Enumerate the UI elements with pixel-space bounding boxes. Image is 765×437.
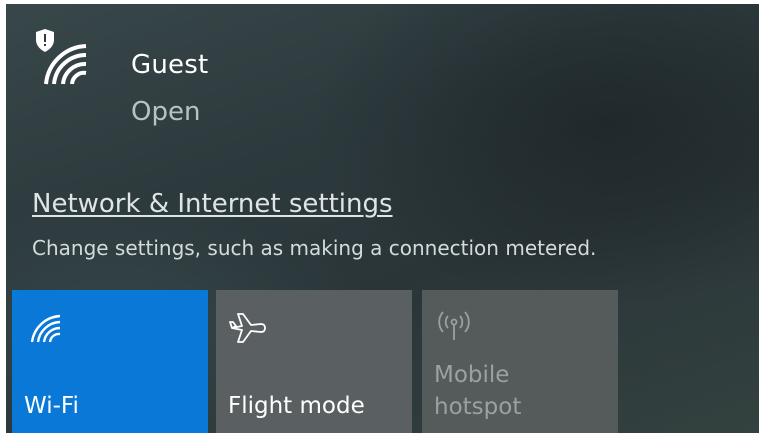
flight-mode-tile-label: Flight mode [228, 393, 365, 419]
flight-mode-toggle-tile[interactable]: Flight mode [216, 290, 412, 433]
mobile-hotspot-icon [438, 311, 470, 340]
wifi-toggle-tile[interactable]: Wi-Fi [12, 290, 208, 433]
wifi-secured-icon [36, 29, 87, 85]
network-settings-link[interactable]: Network & Internet settings [32, 189, 393, 219]
mobile-hotspot-tile-label: Mobile hotspot [434, 359, 521, 423]
network-flyout: Guest Open Network & Internet settings C… [6, 4, 759, 433]
network-name: Guest [131, 50, 209, 80]
network-item-guest[interactable]: Guest Open [28, 22, 448, 127]
network-status: Open [131, 97, 201, 127]
airplane-icon [229, 313, 266, 343]
mobile-hotspot-label-line1: Mobile [434, 362, 510, 388]
mobile-hotspot-label-line2: hotspot [434, 394, 522, 420]
wifi-tile-label: Wi-Fi [24, 393, 79, 419]
wifi-icon [30, 314, 61, 343]
mobile-hotspot-toggle-tile[interactable]: Mobile hotspot [422, 290, 618, 433]
network-settings-description: Change settings, such as making a connec… [32, 236, 597, 260]
